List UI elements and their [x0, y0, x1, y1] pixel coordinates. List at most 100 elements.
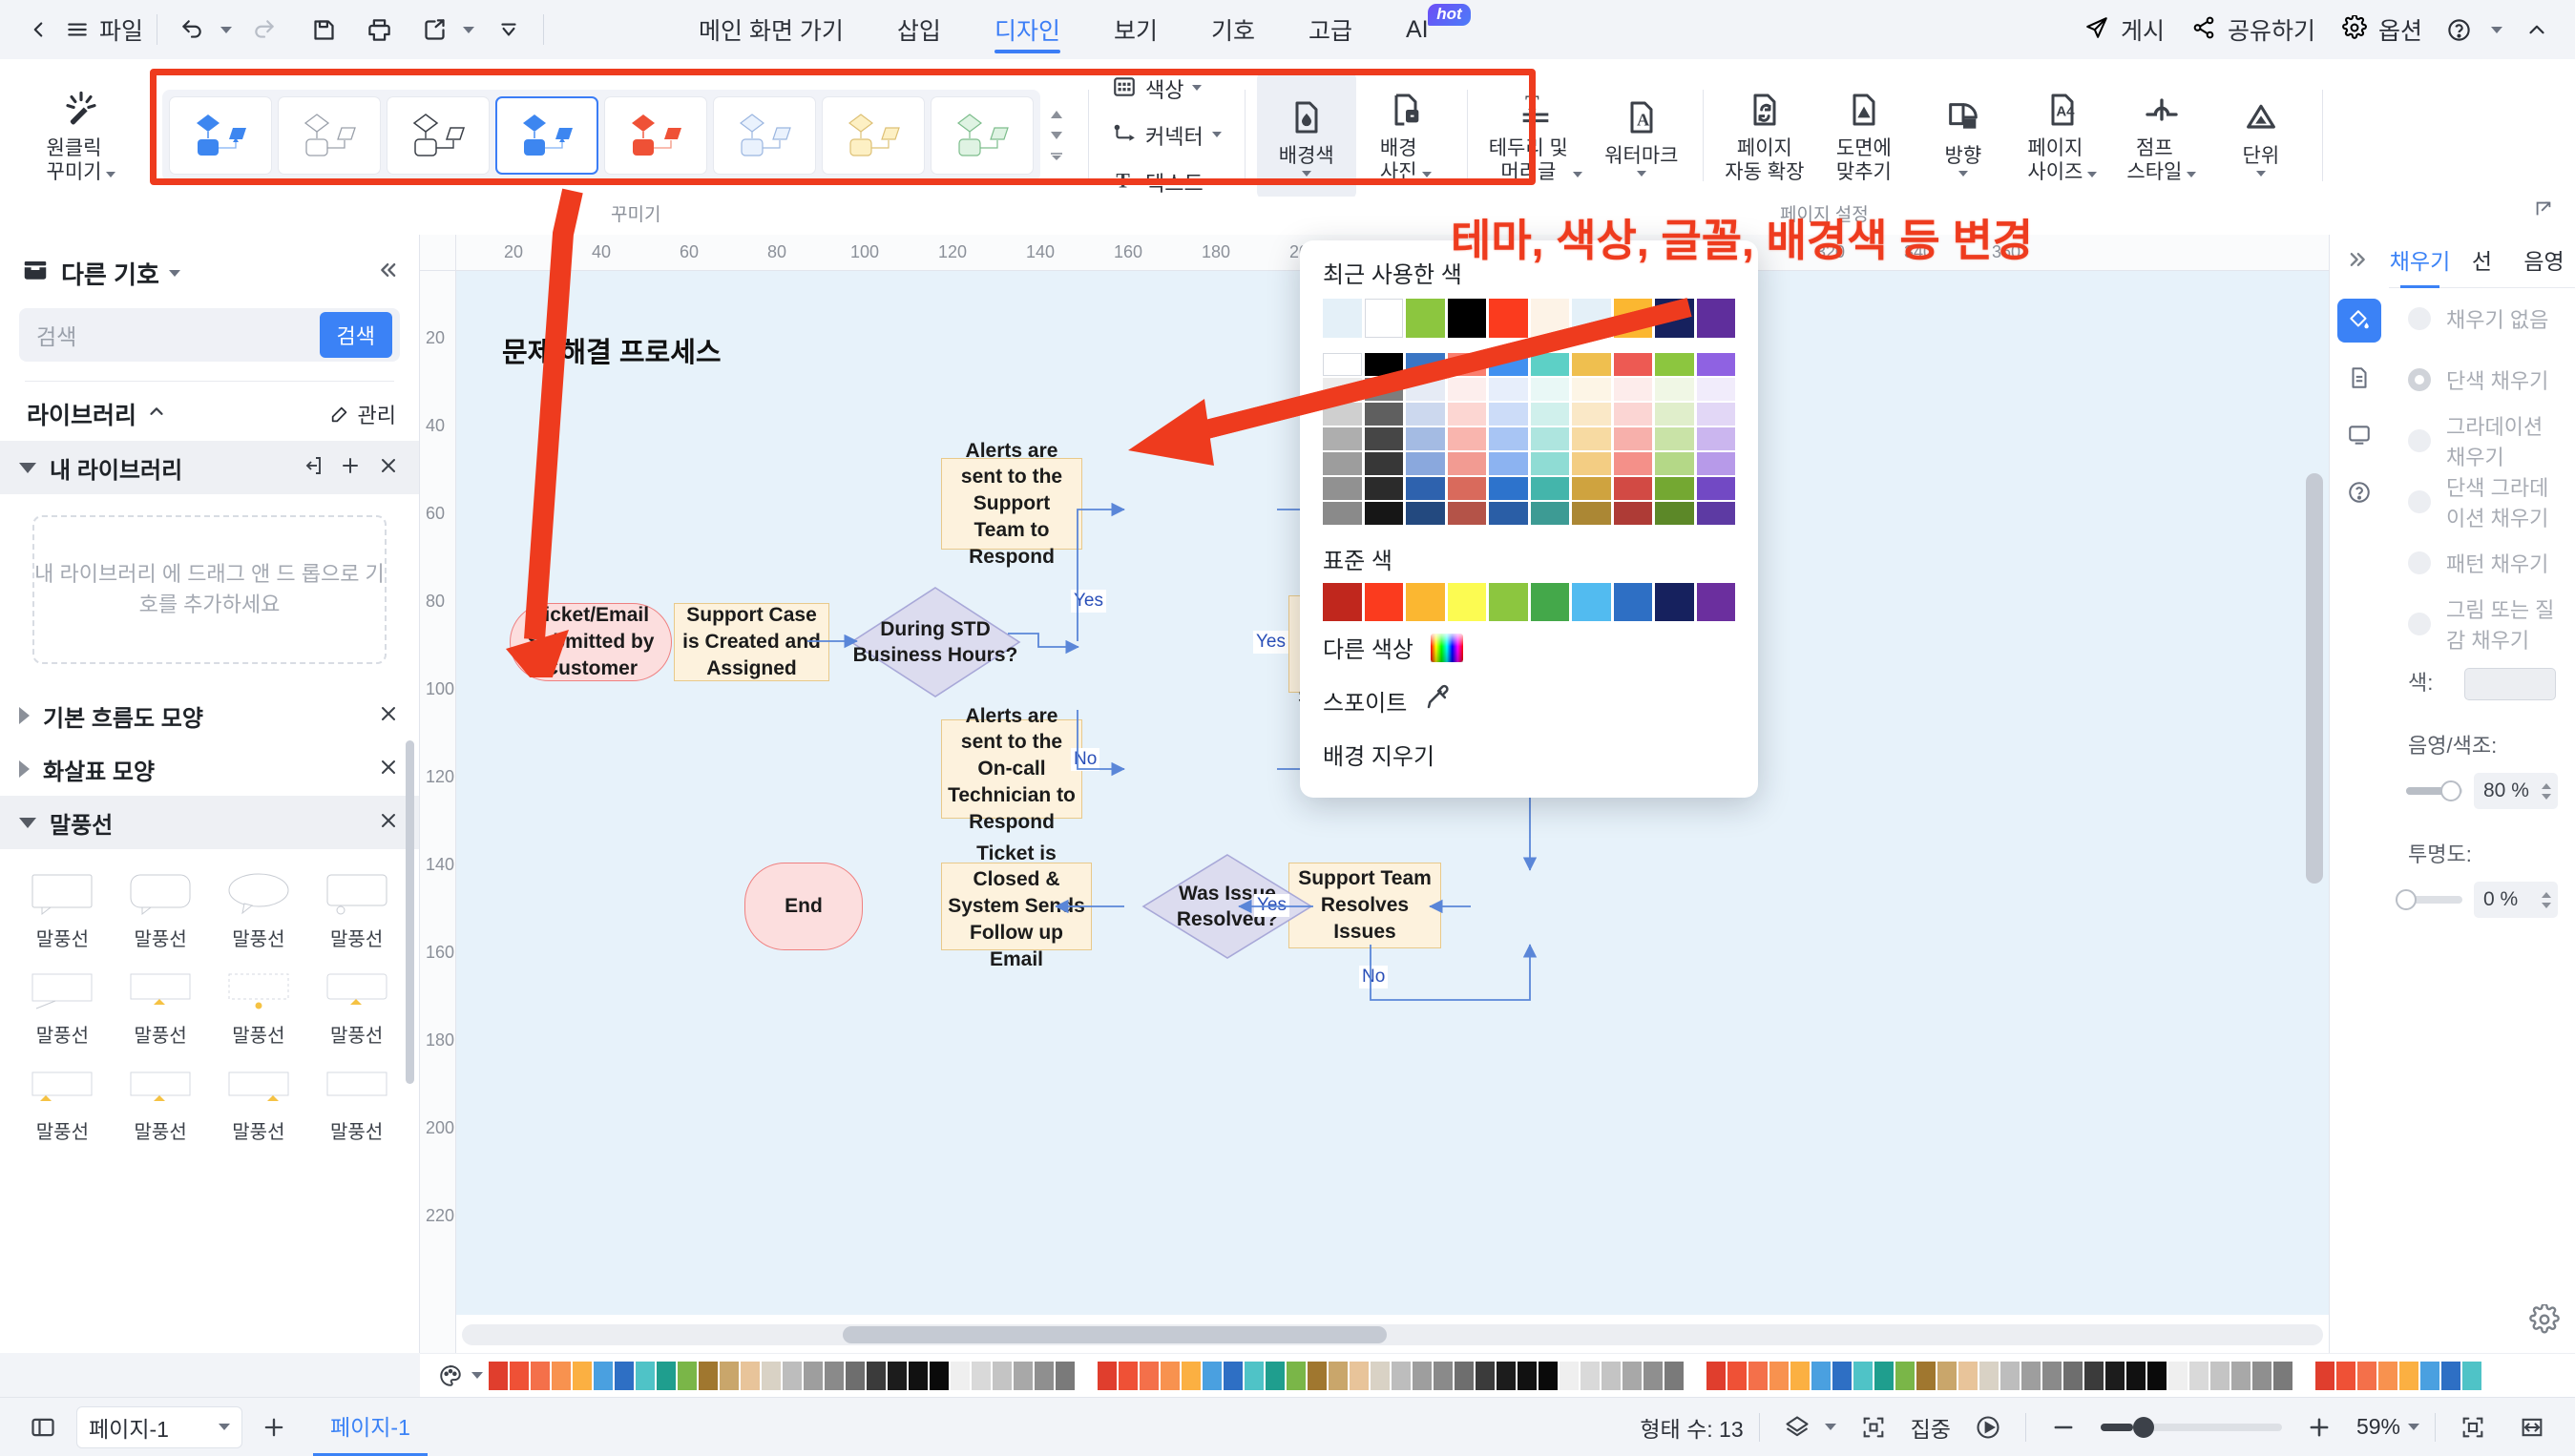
color-swatch[interactable]	[1489, 426, 1528, 450]
palette-swatch[interactable]	[1853, 1361, 1873, 1390]
palette-swatch[interactable]	[2105, 1361, 2125, 1390]
palette-swatch[interactable]	[531, 1361, 550, 1390]
palette-swatch[interactable]	[2441, 1361, 2460, 1390]
palette-swatch[interactable]	[1727, 1361, 1747, 1390]
color-swatch[interactable]	[1572, 426, 1611, 450]
color-swatch[interactable]	[1489, 451, 1528, 475]
radio-icon[interactable]	[2408, 551, 2431, 574]
tab-shadow[interactable]: 음영	[2513, 235, 2575, 288]
palette-swatch[interactable]	[1455, 1361, 1474, 1390]
chevron-down-icon[interactable]	[1957, 171, 1968, 177]
color-swatch[interactable]	[1489, 501, 1528, 525]
node-std-hours[interactable]: During STD Business Hours?	[849, 586, 1021, 698]
palette-swatch[interactable]	[2231, 1361, 2251, 1390]
theme-expand-icon[interactable]	[1046, 148, 1067, 165]
palette-swatch[interactable]	[741, 1361, 760, 1390]
shape-item[interactable]: 말풍선	[210, 1055, 308, 1148]
color-swatch[interactable]	[1489, 476, 1528, 500]
palette-swatch[interactable]	[510, 1361, 529, 1390]
palette-swatch[interactable]	[2336, 1361, 2355, 1390]
color-swatch[interactable]	[1406, 377, 1445, 401]
node-end[interactable]: End	[744, 863, 863, 950]
color-swatch[interactable]	[1655, 299, 1694, 338]
radio-icon-selected[interactable]	[2408, 368, 2431, 391]
color-swatch[interactable]	[1489, 352, 1528, 376]
undo-caret-icon[interactable]	[220, 26, 233, 33]
palette-swatch[interactable]	[2210, 1361, 2230, 1390]
palette-swatch[interactable]	[1098, 1361, 1117, 1390]
node-support-case[interactable]: Support Case is Created and Assigned	[674, 603, 829, 681]
color-swatch[interactable]	[1655, 476, 1694, 500]
palette-swatch[interactable]	[1392, 1361, 1411, 1390]
close-section-icon[interactable]	[377, 809, 400, 837]
orientation-button[interactable]: 방향	[1914, 72, 2013, 199]
palette-swatch[interactable]	[1539, 1361, 1558, 1390]
color-swatch[interactable]	[1364, 352, 1403, 376]
fill-option-none[interactable]: 채우기 없음	[2389, 288, 2575, 349]
rail-layers-button[interactable]	[2337, 413, 2381, 457]
color-swatch[interactable]	[1572, 451, 1611, 475]
palette-swatch[interactable]	[1497, 1361, 1516, 1390]
tab-home[interactable]: 메인 화면 가기	[672, 0, 870, 59]
scrollbar-thumb[interactable]	[843, 1326, 1387, 1343]
edge-label-review-yes[interactable]: Yes	[1253, 631, 1288, 654]
chevron-down-icon[interactable]	[2255, 171, 2266, 177]
color-swatch[interactable]	[1447, 582, 1486, 621]
tab-ai[interactable]: AI hot	[1379, 0, 1473, 59]
zoom-slider[interactable]	[2100, 1416, 2282, 1438]
panel-settings-gear-icon[interactable]	[2529, 1302, 2560, 1340]
palette-swatch[interactable]	[1895, 1361, 1915, 1390]
search-button[interactable]: 검색	[319, 312, 392, 358]
chevron-up-icon[interactable]	[146, 402, 167, 427]
color-swatch[interactable]	[1572, 352, 1611, 376]
chevron-down-icon[interactable]	[2087, 172, 2098, 178]
color-swatch[interactable]	[1323, 426, 1362, 450]
palette-swatch[interactable]	[888, 1361, 907, 1390]
color-swatch[interactable]	[1447, 352, 1486, 376]
hamburger-icon[interactable]	[59, 9, 95, 51]
page-selector[interactable]: 페이지-1	[76, 1405, 242, 1448]
node-alerts-oncall[interactable]: Alerts are sent to the On-call Technicia…	[941, 705, 1082, 833]
palette-swatch[interactable]	[1790, 1361, 1810, 1390]
oneclick-decorate-button[interactable]: 원클릭 꾸미기	[10, 72, 153, 199]
opacity-value-spinner[interactable]: 0 %	[2474, 882, 2558, 918]
fill-option-picture-texture[interactable]: 그림 또는 질감 채우기	[2389, 593, 2575, 655]
shape-item[interactable]: 말풍선	[13, 959, 112, 1051]
palette-swatch[interactable]	[615, 1361, 634, 1390]
page-tab-active[interactable]: 페이지-1	[312, 1398, 428, 1456]
clear-background-row[interactable]: 배경 지우기	[1300, 728, 1758, 780]
connector-menu-item[interactable]: 커넥터	[1106, 117, 1227, 154]
chevron-down-icon[interactable]	[1192, 85, 1203, 91]
palette-swatch[interactable]	[1685, 1361, 1705, 1390]
palette-swatch[interactable]	[1811, 1361, 1831, 1390]
palette-swatch[interactable]	[1266, 1361, 1285, 1390]
palette-swatch[interactable]	[2147, 1361, 2167, 1390]
canvas-horizontal-scrollbar[interactable]	[456, 1324, 2329, 1345]
color-swatch[interactable]	[1447, 402, 1486, 426]
palette-swatch[interactable]	[573, 1361, 592, 1390]
theme-card[interactable]	[278, 96, 381, 175]
collapse-right-panel-icon[interactable]	[2346, 246, 2373, 280]
palette-swatch[interactable]	[1643, 1361, 1663, 1390]
print-icon[interactable]	[358, 9, 400, 51]
radio-icon[interactable]	[2408, 429, 2431, 452]
color-swatch[interactable]	[1530, 451, 1569, 475]
color-swatch[interactable]	[1613, 476, 1652, 500]
color-swatch[interactable]	[1530, 299, 1569, 338]
color-swatch[interactable]	[1655, 426, 1694, 450]
color-swatch[interactable]	[1530, 476, 1569, 500]
back-icon[interactable]	[17, 9, 59, 51]
palette-swatch[interactable]	[930, 1361, 949, 1390]
zoom-level[interactable]: 59%	[2356, 1414, 2400, 1440]
color-swatch[interactable]	[1696, 402, 1735, 426]
background-color-button[interactable]: 배경색	[1256, 72, 1356, 199]
theme-card[interactable]	[387, 96, 490, 175]
palette-swatch[interactable]	[1874, 1361, 1894, 1390]
chevron-down-icon[interactable]	[1211, 178, 1222, 184]
color-swatch[interactable]	[1447, 501, 1486, 525]
rail-fill-button[interactable]	[2337, 299, 2381, 343]
radio-icon[interactable]	[2408, 490, 2431, 513]
background-color-popup[interactable]: 최근 사용한 색 표준 색 다른 색상 스포이트 배경 지우기	[1300, 240, 1758, 798]
palette-swatch[interactable]	[1769, 1361, 1789, 1390]
search-input[interactable]: 검색	[36, 319, 320, 351]
